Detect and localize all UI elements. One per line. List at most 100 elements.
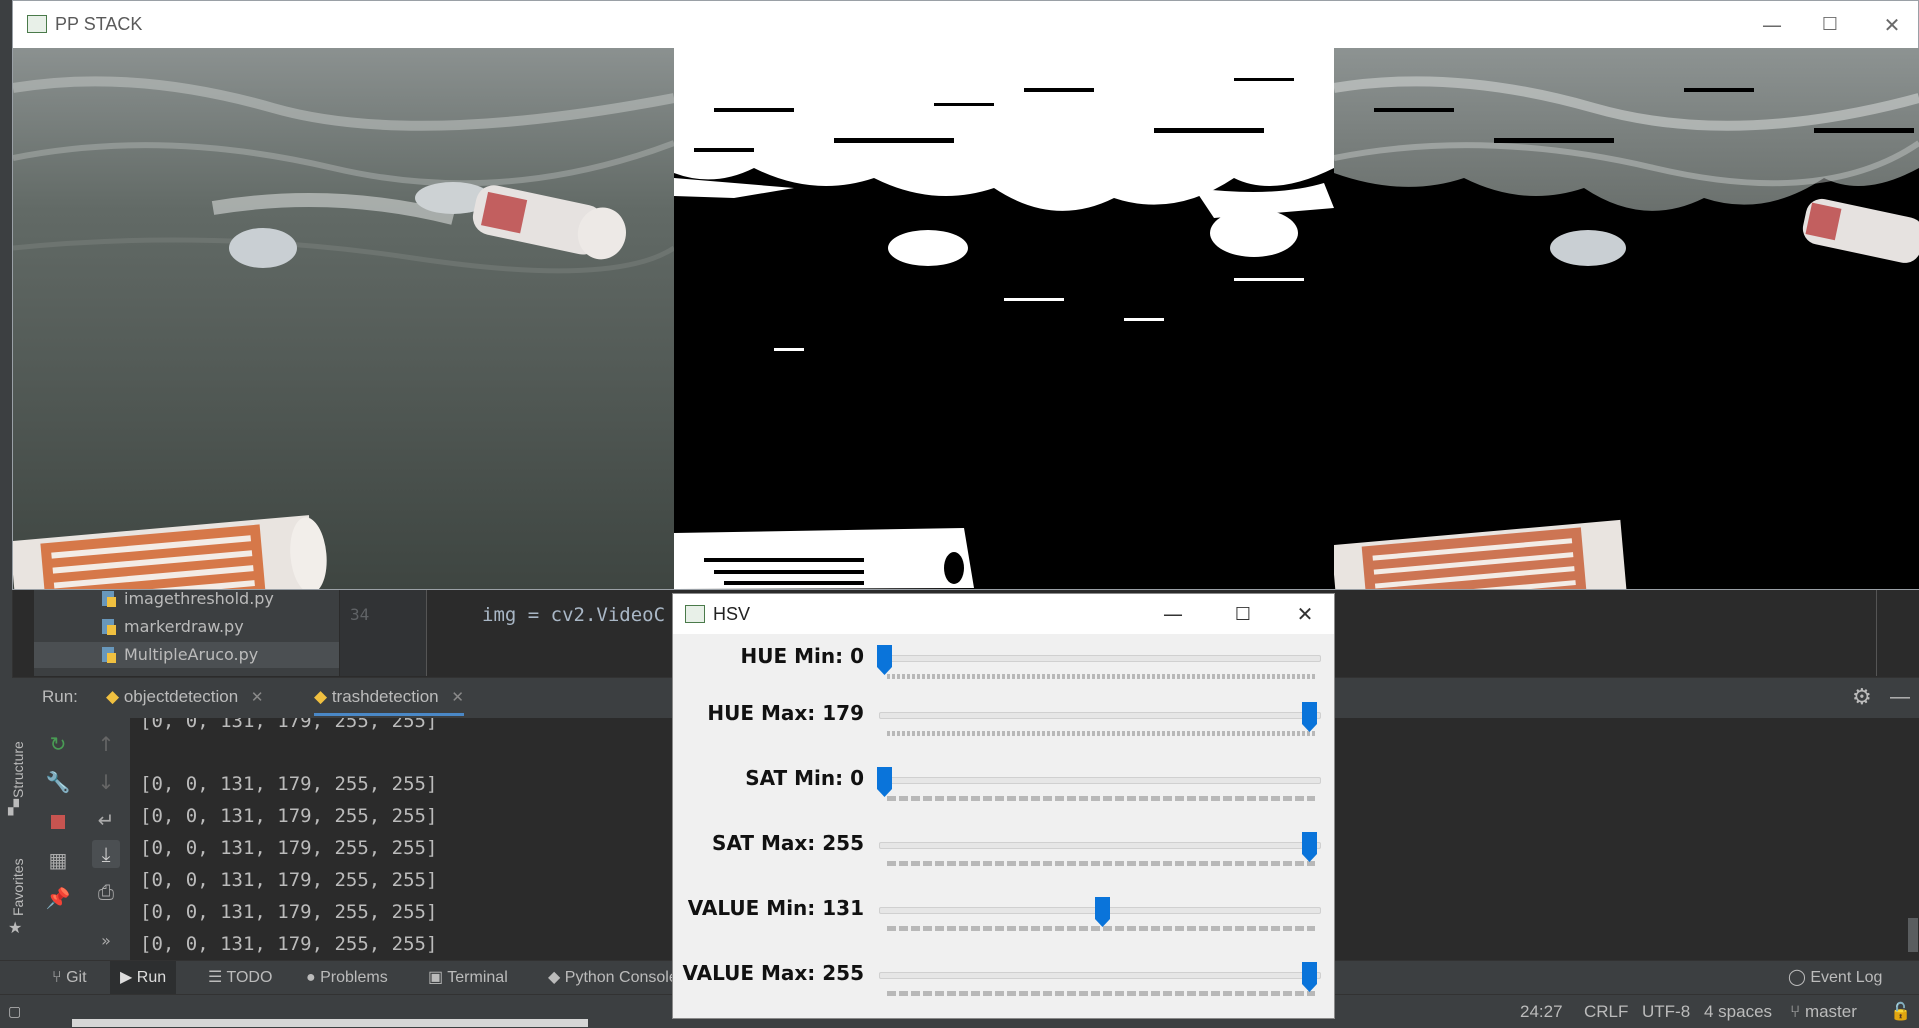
tab-todo[interactable]: ☰ TODO (200, 961, 280, 995)
binary-mask (674, 48, 1334, 589)
overlap-strip (72, 1019, 588, 1027)
hsv-titlebar: HSV — ☐ ✕ (673, 594, 1334, 634)
tab-terminal[interactable]: ▣ Terminal (420, 961, 516, 995)
more-icon[interactable]: » (92, 926, 120, 954)
toggle-panels-icon[interactable]: ▢ (8, 995, 21, 1028)
line-separator[interactable]: CRLF (1584, 995, 1628, 1028)
trackbar-sat-min: SAT Min: 0 (673, 760, 1334, 825)
tab-git[interactable]: ⑂ Git (44, 961, 95, 995)
play-icon: ▶ (120, 969, 133, 986)
tab-python-console[interactable]: ◆ Python Console (540, 961, 686, 995)
tree-item-markerdraw[interactable]: markerdraw.py (102, 614, 244, 640)
pp-stack-titlebar: PP STACK — ☐ ✕ (13, 1, 1918, 48)
trackbar-thumb[interactable] (877, 767, 892, 797)
threshold-mask-image (674, 48, 1334, 589)
close-icon[interactable]: ✕ (251, 689, 264, 706)
pin-icon[interactable]: 📌 (44, 884, 72, 912)
trackbar-ticks (887, 861, 1315, 866)
git-branch-status[interactable]: ⑂ master (1790, 995, 1857, 1028)
tree-item-multiplearuco[interactable]: MultipleAruco.py (34, 642, 339, 668)
tab-label: TODO (226, 969, 273, 986)
trackbar-label: VALUE Min: 131 (687, 896, 864, 920)
trackbar-track[interactable] (879, 972, 1321, 979)
wrench-icon[interactable]: 🔧 (44, 768, 72, 796)
run-label: Run: (42, 687, 78, 706)
console-line: [0, 0, 131, 179, 255, 255] (140, 869, 438, 891)
arrow-up-icon[interactable]: ↑ (92, 730, 120, 758)
trackbar-hue-max: HUE Max: 179 (673, 695, 1334, 760)
trackbar-thumb[interactable] (1302, 702, 1317, 732)
trackbar-sat-max: SAT Max: 255 (673, 825, 1334, 890)
close-button[interactable]: ✕ (1273, 594, 1334, 634)
console-line: [0, 0, 131, 179, 255, 255] (140, 933, 438, 955)
trackbar-ticks (887, 674, 1315, 679)
trackbar-track[interactable] (879, 842, 1321, 849)
opencv-window-icon (685, 605, 705, 623)
console-line: [0, 0, 131, 179, 255, 255] (140, 901, 438, 923)
tab-run[interactable]: ▶ Run (110, 961, 177, 995)
minimize-panel-icon[interactable]: — (1890, 678, 1910, 716)
star-icon: ★ (8, 918, 23, 937)
rerun-icon[interactable]: ↻ (44, 730, 72, 758)
trackbar-track[interactable] (879, 777, 1321, 784)
trackbar-thumb[interactable] (1095, 897, 1111, 927)
terminal-icon: ▣ (428, 969, 444, 986)
trackbar-label: SAT Max: 255 (712, 831, 864, 855)
window-title: PP STACK (55, 14, 143, 34)
tab-problems[interactable]: ● Problems (298, 961, 396, 995)
tab-label: Problems (320, 969, 388, 986)
print-icon[interactable]: ⎙ (92, 878, 120, 906)
caret-position[interactable]: 24:27 (1520, 995, 1563, 1028)
trackbar-track[interactable] (879, 655, 1321, 662)
lock-icon[interactable]: 🔓 (1890, 995, 1911, 1028)
trackbar-thumb[interactable] (1302, 832, 1317, 862)
soft-wrap-icon[interactable]: ↵ (92, 806, 120, 834)
run-tools-column: ↻ 🔧 ▦ 📌 (34, 718, 82, 960)
trackbar-track[interactable] (879, 712, 1321, 719)
layout-icon[interactable]: ▦ (44, 846, 72, 874)
speech-bubble-icon: ◯ (1788, 969, 1806, 986)
tree-item-label: markerdraw.py (124, 617, 244, 636)
tree-item-imagethreshold[interactable]: imagethreshold.py (102, 588, 274, 612)
tab-label: objectdetection (123, 687, 239, 706)
water-scene-photo (13, 48, 674, 589)
indent-setting[interactable]: 4 spaces (1704, 995, 1772, 1028)
code-line: img = cv2.VideoC (482, 604, 666, 626)
git-branch-icon: ⑂ (52, 969, 62, 986)
tree-item-label: MultipleAruco.py (124, 645, 259, 664)
minimize-button[interactable]: — (1141, 594, 1205, 634)
maximize-button[interactable]: ☐ (1211, 594, 1275, 634)
trackbar-thumb[interactable] (1302, 962, 1317, 992)
structure-tab[interactable]: Structure (10, 741, 26, 798)
minimize-button[interactable]: — (1745, 1, 1799, 48)
file-encoding[interactable]: UTF-8 (1642, 995, 1690, 1028)
favorites-tab[interactable]: Favorites (10, 858, 26, 916)
tab-trashdetection[interactable]: ◆ trashdetection ✕ (314, 678, 464, 716)
window-title: HSV (713, 604, 751, 624)
tab-objectdetection[interactable]: ◆ objectdetection ✕ (106, 678, 264, 716)
gear-icon[interactable]: ⚙ (1852, 678, 1872, 716)
pp-stack-window: PP STACK — ☐ ✕ (12, 0, 1919, 590)
python-icon: ◆ (106, 687, 120, 706)
project-tree: imagethreshold.py markerdraw.py Multiple… (34, 588, 339, 676)
tab-label: trashdetection (331, 687, 439, 706)
trackbar-thumb[interactable] (877, 645, 892, 675)
masked-water-photo (1334, 48, 1919, 589)
maximize-button[interactable]: ☐ (1803, 1, 1857, 48)
console-line: [0, 0, 131, 179, 255, 255] (140, 837, 438, 859)
tab-label: Python Console (564, 969, 678, 986)
list-icon: ☰ (208, 969, 223, 986)
scroll-to-end-icon[interactable]: ⤓ (92, 840, 120, 868)
close-icon[interactable]: ✕ (451, 689, 464, 706)
tab-label: Run (136, 969, 167, 986)
git-branch-icon: ⑂ (1790, 1002, 1801, 1021)
python-file-icon (102, 591, 116, 607)
close-button[interactable]: ✕ (1865, 1, 1919, 48)
arrow-down-icon[interactable]: ↓ (92, 768, 120, 796)
stop-icon[interactable] (44, 808, 72, 836)
tab-label: Git (66, 969, 87, 986)
event-log-button[interactable]: ◯ Event Log (1780, 961, 1890, 995)
console-line: [0, 0, 131, 179, 255, 255] (140, 718, 438, 732)
opencv-window-icon (27, 15, 47, 33)
console-scrollbar[interactable] (1908, 918, 1918, 952)
